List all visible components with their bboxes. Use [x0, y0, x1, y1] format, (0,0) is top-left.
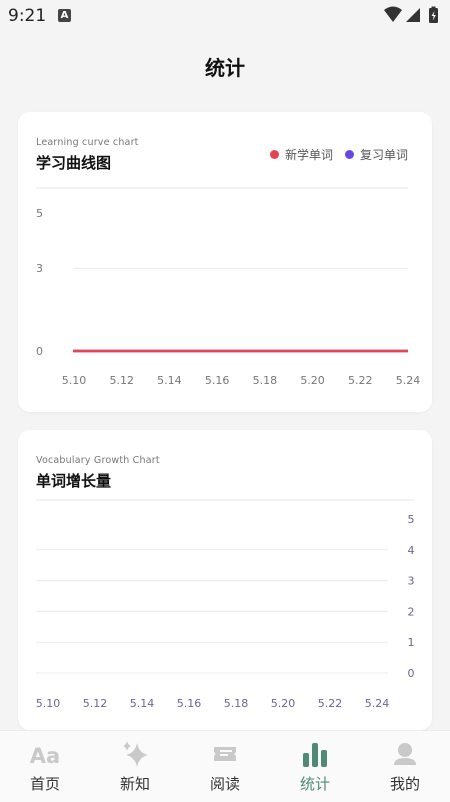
- x-tick-label: 5.14: [130, 697, 155, 710]
- tab-reading[interactable]: 阅读: [180, 731, 270, 802]
- x-tick-label: 5.16: [205, 374, 230, 387]
- x-tick-label: 5.14: [157, 374, 182, 387]
- tab-home-label: 首页: [29, 775, 60, 793]
- bottom-tab-bar: Aa 首页 新知 阅读 统计 我的: [0, 730, 450, 802]
- tab-statistics[interactable]: 统计: [270, 731, 360, 802]
- tab-reading-label: 阅读: [209, 775, 240, 793]
- learning-curve-chart: 0 3 5 5.10 5.12 5.14 5.16 5.18 5.20 5.22 5.24: [36, 187, 421, 387]
- tab-mine-label: 我的: [389, 775, 420, 793]
- y-tick-label: 1: [408, 636, 415, 649]
- x-tick-label: 5.20: [271, 697, 296, 710]
- x-tick-label: 5.22: [318, 697, 343, 710]
- status-time: 9:21: [8, 6, 47, 26]
- learning-curve-card: Learning curve chart 学习曲线图 新学单词 复习单词 035…: [18, 112, 432, 412]
- x-tick-label: 5.12: [83, 697, 108, 710]
- x-tick-label: 5.18: [253, 374, 278, 387]
- aa-icon: Aa: [0, 739, 90, 771]
- y-tick-label: 0: [36, 345, 43, 358]
- wifi-icon: [384, 6, 402, 22]
- x-tick-label: 5.24: [365, 697, 390, 710]
- x-tick-label: 5.22: [348, 374, 373, 387]
- person-icon: [360, 739, 450, 771]
- x-tick-label: 5.10: [36, 697, 61, 710]
- page-title: 统计: [205, 56, 245, 80]
- x-tick-label: 5.24: [396, 374, 421, 387]
- bar-chart-icon: [270, 739, 360, 771]
- vocab-growth-chart: 0 1 2 3 4 5 5.10 5.12 5.14 5.16 5.18 5.20 5.22 5.24: [36, 499, 415, 710]
- x-tick-label: 5.10: [62, 374, 87, 387]
- vocab-growth-card: Vocabulary Growth Chart 单词增长量 0 1 2 3 4 5 5.10…: [18, 430, 432, 730]
- signal-icon: [406, 8, 420, 22]
- y-tick-label: 5: [408, 513, 415, 526]
- y-tick-label: 3: [36, 262, 43, 275]
- ticket-icon: [180, 739, 270, 771]
- x-tick-label: 5.18: [224, 697, 249, 710]
- svg-text:Aa: Aa: [30, 744, 60, 768]
- status-bar: 9:21 A: [0, 0, 450, 32]
- tab-statistics-label: 统计: [299, 775, 330, 793]
- y-tick-label: 0: [408, 667, 415, 680]
- y-tick-label: 5: [36, 207, 43, 220]
- x-tick-label: 5.12: [109, 374, 134, 387]
- tab-home[interactable]: Aa 首页: [0, 731, 90, 802]
- y-tick-label: 4: [408, 544, 415, 557]
- status-icons: [382, 5, 442, 31]
- y-tick-label: 3: [408, 575, 415, 588]
- sparkle-icon: [90, 739, 180, 771]
- battery-icon: [429, 6, 438, 23]
- y-tick-label: 2: [408, 605, 415, 618]
- tab-new-knowledge[interactable]: 新知: [90, 731, 180, 802]
- x-tick-label: 5.16: [177, 697, 202, 710]
- x-tick-label: 5.20: [300, 374, 325, 387]
- tab-mine[interactable]: 我的: [360, 731, 450, 802]
- tab-new-knowledge-label: 新知: [119, 775, 150, 793]
- notification-icon: A: [58, 9, 71, 22]
